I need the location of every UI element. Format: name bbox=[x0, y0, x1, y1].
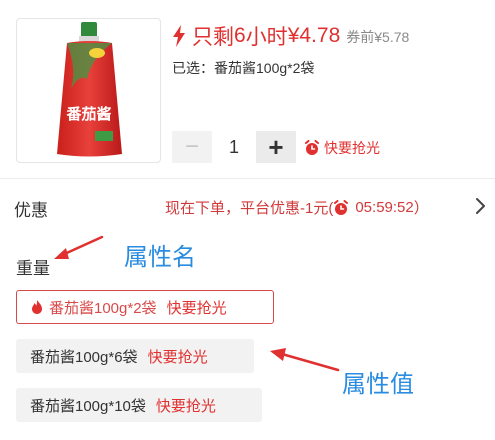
countdown-hours-unit: 小时 bbox=[245, 26, 288, 49]
attribute-name: 重量 bbox=[16, 259, 50, 278]
quantity-value[interactable]: 1 bbox=[222, 137, 246, 158]
lightning-icon bbox=[173, 25, 185, 47]
flash-sale-tag: 快要抢光 bbox=[304, 138, 380, 158]
ketchup-pouch-image: 番茄酱 bbox=[57, 22, 122, 157]
quantity-increase-button[interactable]: + bbox=[256, 131, 296, 163]
product-image-label: 番茄酱 bbox=[65, 105, 111, 123]
option-label: 番茄酱100g*10袋 bbox=[30, 397, 146, 415]
promo-text: 现在下单，平台优惠-1元( bbox=[165, 200, 334, 217]
attribute-option[interactable]: 番茄酱100g*10袋 快要抢光 bbox=[16, 388, 262, 422]
fire-icon bbox=[32, 300, 42, 314]
promo-countdown: 05:59:52 bbox=[355, 199, 414, 216]
attribute-name-note: 属性名 bbox=[124, 244, 196, 271]
option-flash-label: 快要抢光 bbox=[166, 299, 227, 317]
option-flash-label: 快要抢光 bbox=[147, 348, 208, 366]
promo-close-paren: ） bbox=[413, 200, 429, 217]
price-amount: 4.78 bbox=[299, 24, 341, 47]
annotation-arrow bbox=[270, 348, 340, 372]
option-label: 番茄酱100g*2袋 bbox=[49, 299, 157, 317]
countdown-hours: 6 bbox=[234, 24, 246, 47]
divider bbox=[0, 178, 495, 179]
alarm-clock-icon bbox=[305, 140, 319, 155]
quantity-decrease-button[interactable]: − bbox=[172, 131, 212, 163]
promo-label: 优惠 bbox=[14, 201, 48, 220]
attribute-option-selected[interactable]: 番茄酱100g*2袋 快要抢光 bbox=[16, 290, 274, 324]
promo-row[interactable]: 现在下单，平台优惠-1元( 05:59:52 ） bbox=[165, 197, 429, 218]
alarm-clock-icon bbox=[334, 199, 349, 215]
attribute-value-note: 属性值 bbox=[342, 371, 414, 398]
option-label: 番茄酱100g*6袋 bbox=[30, 348, 138, 366]
countdown-prefix: 只剩 bbox=[192, 26, 234, 49]
chevron-right-icon[interactable] bbox=[474, 197, 486, 215]
flash-sale-label: 快要抢光 bbox=[324, 140, 380, 156]
original-price: 券前¥5.78 bbox=[346, 29, 410, 45]
selected-sku: 已选：番茄酱100g*2袋 bbox=[172, 60, 315, 76]
product-image[interactable]: 番茄酱 bbox=[16, 18, 161, 163]
price-currency: ¥ bbox=[287, 24, 300, 47]
annotation-arrow bbox=[54, 235, 104, 259]
price-line: 只剩 6 小时 ¥ 4.78 券前¥5.78 bbox=[172, 22, 409, 50]
option-flash-label: 快要抢光 bbox=[155, 397, 216, 415]
attribute-option[interactable]: 番茄酱100g*6袋 快要抢光 bbox=[16, 339, 254, 373]
